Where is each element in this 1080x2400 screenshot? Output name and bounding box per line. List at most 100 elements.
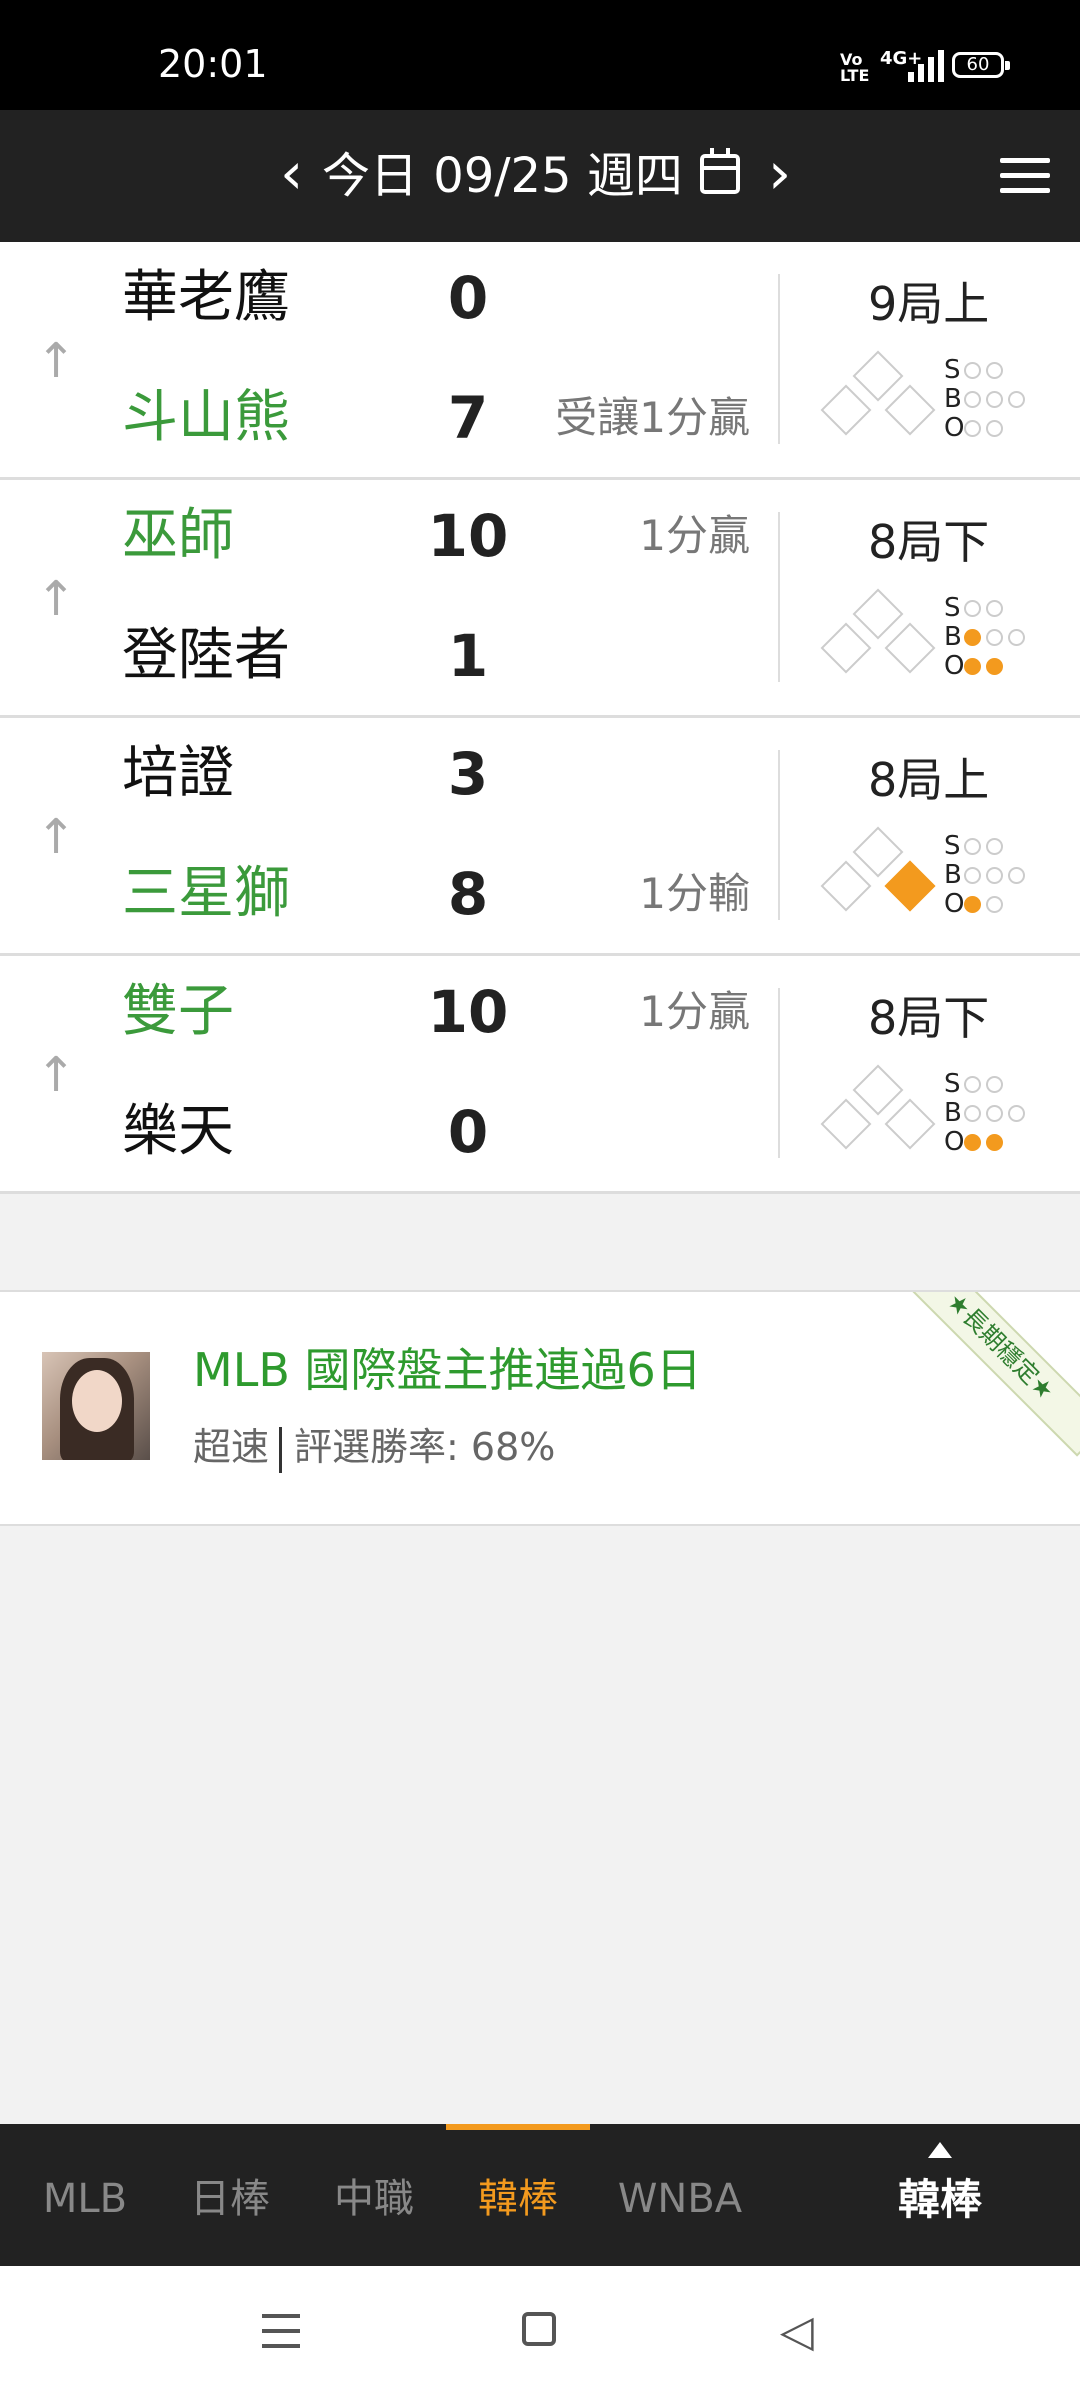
active-tab-indicator bbox=[446, 2124, 590, 2130]
arrow-up-icon[interactable]: ↑ bbox=[36, 575, 76, 623]
tipster-title[interactable]: MLB 國際盤主推連過6日 bbox=[193, 1340, 702, 1400]
sbo-row-o: O bbox=[944, 414, 1064, 443]
sbo-count: SBO bbox=[944, 1070, 1064, 1157]
sbo-label: O bbox=[944, 651, 965, 681]
sbo-row-o: O bbox=[944, 890, 1064, 919]
system-nav-bar: ◁ bbox=[0, 2266, 1080, 2400]
bet-result: 受讓1分贏 bbox=[555, 393, 750, 442]
first-base bbox=[884, 384, 936, 436]
caret-up-icon bbox=[928, 2142, 952, 2158]
count-dot bbox=[964, 1076, 981, 1093]
home-team-name: 斗山熊 bbox=[122, 385, 290, 450]
sbo-label: O bbox=[944, 413, 965, 443]
bases-diamond-icon bbox=[818, 1064, 938, 1156]
arrow-up-icon[interactable]: ↑ bbox=[36, 1051, 76, 1099]
third-base bbox=[820, 1098, 872, 1150]
sbo-label: S bbox=[944, 831, 961, 861]
inning-label: 9局上 bbox=[868, 277, 990, 331]
sbo-label: O bbox=[944, 1127, 965, 1157]
count-dot bbox=[964, 867, 981, 884]
home-team-name: 三星獅 bbox=[122, 861, 290, 926]
menu-icon[interactable] bbox=[1000, 158, 1050, 194]
game-row[interactable]: ↑ 培證 3 三星獅 8 1分輸 8局上 SBO bbox=[0, 718, 1080, 956]
count-dot bbox=[986, 1134, 1003, 1151]
count-dot bbox=[986, 896, 1003, 913]
game-row[interactable]: ↑ 巫師 10 1分贏 登陸者 1 8局下 SBO bbox=[0, 480, 1080, 718]
sbo-count: SBO bbox=[944, 594, 1064, 681]
volte-icon: Vo LTE bbox=[840, 50, 870, 85]
league-picker-label: 韓棒 bbox=[897, 2175, 982, 2224]
tab-mlb[interactable]: MLB bbox=[20, 2124, 150, 2266]
arrow-up-icon[interactable]: ↑ bbox=[36, 337, 76, 385]
sbo-row-s: S bbox=[944, 594, 1064, 623]
count-dot bbox=[986, 867, 1003, 884]
tab-label: 中職 bbox=[334, 2176, 414, 2222]
date-header: ‹ 今日 09/25 週四 › bbox=[0, 110, 1080, 242]
battery-icon: 60 bbox=[952, 52, 1010, 78]
home-icon[interactable] bbox=[522, 2312, 556, 2346]
recent-apps-icon[interactable] bbox=[262, 2314, 300, 2348]
count-dot bbox=[986, 658, 1003, 675]
bases-diamond-icon bbox=[818, 826, 938, 918]
third-base bbox=[820, 622, 872, 674]
tab-wnba[interactable]: WNBA bbox=[608, 2124, 752, 2266]
away-team-name: 雙子 bbox=[122, 979, 234, 1044]
sbo-row-b: B bbox=[944, 861, 1064, 890]
first-base bbox=[884, 622, 936, 674]
tab-label: MLB bbox=[42, 2176, 128, 2222]
sbo-row-o: O bbox=[944, 652, 1064, 681]
inning-label: 8局上 bbox=[868, 753, 990, 807]
home-team-score: 7 bbox=[447, 384, 489, 452]
count-dot bbox=[986, 1076, 1003, 1093]
games-list: ↑ 華老鷹 0 斗山熊 7 受讓1分贏 9局上 SBO ↑ 巫師 10 1分贏 … bbox=[0, 242, 1080, 1194]
sbo-label: S bbox=[944, 1069, 961, 1099]
divider bbox=[778, 988, 780, 1158]
separator bbox=[279, 1426, 283, 1473]
tab-label: 日棒 bbox=[190, 2176, 270, 2222]
sbo-row-s: S bbox=[944, 832, 1064, 861]
count-dot bbox=[1008, 629, 1025, 646]
league-picker-button[interactable]: 韓棒 bbox=[880, 2124, 1000, 2266]
tab-npb[interactable]: 日棒 bbox=[170, 2124, 290, 2266]
sbo-label: B bbox=[944, 622, 962, 652]
sbo-label: S bbox=[944, 593, 961, 623]
count-dot bbox=[986, 838, 1003, 855]
home-team-score: 8 bbox=[447, 860, 489, 928]
bases-diamond-icon bbox=[818, 588, 938, 680]
sbo-count: SBO bbox=[944, 832, 1064, 919]
count-dot bbox=[1008, 391, 1025, 408]
sbo-row-b: B bbox=[944, 623, 1064, 652]
count-dot bbox=[964, 629, 981, 646]
tab-kbo[interactable]: 韓棒 bbox=[446, 2124, 590, 2266]
next-day-button[interactable]: › bbox=[768, 144, 791, 202]
count-dot bbox=[986, 1105, 1003, 1122]
win-rate: 評選勝率: 68% bbox=[294, 1425, 556, 1469]
count-dot bbox=[964, 362, 981, 379]
sbo-label: B bbox=[944, 1098, 962, 1128]
divider bbox=[778, 274, 780, 444]
sbo-row-s: S bbox=[944, 356, 1064, 385]
count-dot bbox=[964, 600, 981, 617]
game-row[interactable]: ↑ 雙子 10 1分贏 樂天 0 8局下 SBO bbox=[0, 956, 1080, 1194]
status-bar: 20:01 Vo LTE 4G+ 60 bbox=[0, 0, 1080, 110]
arrow-up-icon[interactable]: ↑ bbox=[36, 813, 76, 861]
count-dot bbox=[986, 362, 1003, 379]
tipster-card[interactable]: MLB 國際盤主推連過6日 超速 評選勝率: 68% ★長期穩定★ bbox=[0, 1290, 1080, 1526]
count-dot bbox=[964, 896, 981, 913]
tab-label: WNBA bbox=[617, 2176, 743, 2222]
second-base bbox=[852, 588, 904, 640]
sbo-row-b: B bbox=[944, 385, 1064, 414]
previous-day-button[interactable]: ‹ bbox=[280, 144, 303, 202]
back-icon[interactable]: ◁ bbox=[780, 2310, 814, 2354]
calendar-icon[interactable] bbox=[700, 148, 740, 194]
tab-cpbl[interactable]: 中職 bbox=[314, 2124, 434, 2266]
first-base bbox=[884, 860, 936, 912]
count-dot bbox=[964, 838, 981, 855]
game-row[interactable]: ↑ 華老鷹 0 斗山熊 7 受讓1分贏 9局上 SBO bbox=[0, 242, 1080, 480]
tipster-tag: 超速 bbox=[193, 1425, 270, 1469]
sbo-count: SBO bbox=[944, 356, 1064, 443]
inning-label: 8局下 bbox=[868, 991, 990, 1045]
date-label[interactable]: 今日 09/25 週四 bbox=[322, 148, 683, 204]
away-team-score: 3 bbox=[447, 740, 489, 808]
second-base bbox=[852, 1064, 904, 1116]
